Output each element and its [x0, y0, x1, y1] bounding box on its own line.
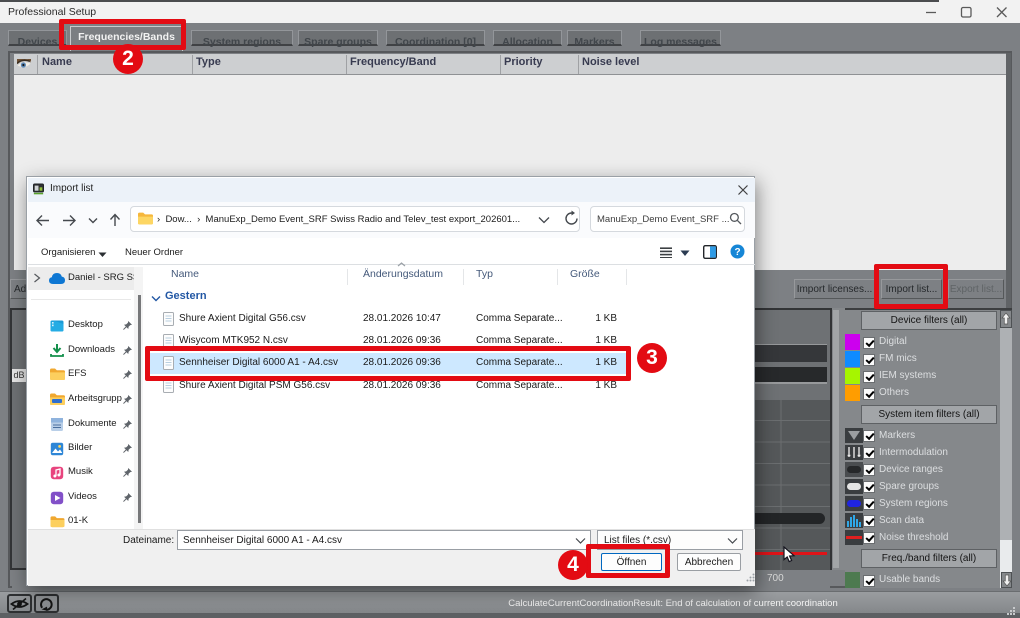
svg-text:?: ?: [734, 247, 740, 258]
